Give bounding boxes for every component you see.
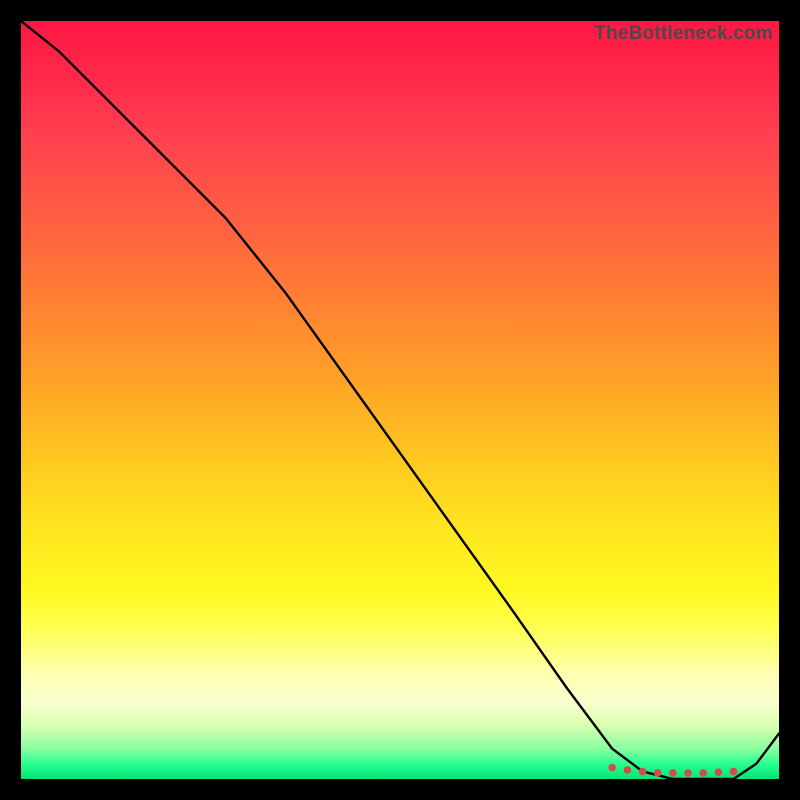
curve-line <box>21 21 779 779</box>
marker-dot <box>684 769 692 777</box>
marker-dot <box>699 769 707 777</box>
marker-dot <box>608 764 616 772</box>
plot-area: TheBottleneck.com <box>21 21 779 779</box>
marker-dot <box>669 769 677 777</box>
chart-frame: TheBottleneck.com <box>0 0 800 800</box>
chart-overlay <box>21 21 779 779</box>
marker-dot <box>730 768 738 776</box>
marker-dot <box>624 766 632 774</box>
marker-dot <box>654 769 662 777</box>
marker-dot <box>715 768 723 776</box>
watermark-text: TheBottleneck.com <box>594 23 773 45</box>
markers-group <box>608 764 737 777</box>
marker-dot <box>639 768 647 776</box>
